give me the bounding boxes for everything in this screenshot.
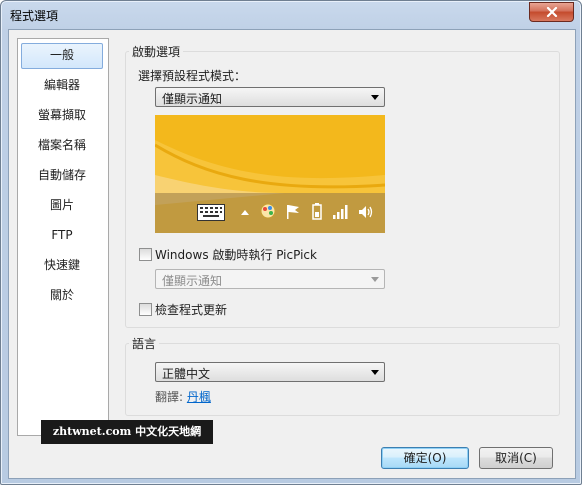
mode-preview-image — [155, 115, 385, 233]
dialog-body: 一般 編輯器 螢幕擷取 檔案名稱 自動儲存 圖片 FTP 快速鍵 關於 啟動選項… — [8, 29, 576, 479]
title-bar[interactable]: 程式選項 — [1, 1, 581, 29]
options-window: 程式選項 一般 編輯器 螢幕擷取 檔案名稱 自動儲存 圖片 FTP 快速鍵 關於… — [0, 0, 582, 485]
translator-credit: 翻譯: 丹楓 — [155, 388, 211, 405]
chevron-down-icon — [371, 370, 379, 375]
sidebar-item-image[interactable]: 圖片 — [21, 193, 103, 217]
sidebar-item-capture[interactable]: 螢幕擷取 — [21, 103, 103, 127]
watermark-banner: zhtwnet.com 中文化天地網 — [41, 420, 213, 444]
ok-button[interactable]: 確定(O) — [381, 447, 469, 469]
category-list: 一般 編輯器 螢幕擷取 檔案名稱 自動儲存 圖片 FTP 快速鍵 關於 — [17, 38, 109, 436]
signal-icon — [333, 205, 348, 219]
default-mode-select[interactable]: 僅顯示通知 — [155, 87, 385, 107]
language-legend: 語言 — [129, 335, 160, 352]
taskbar-preview — [155, 193, 385, 233]
chevron-down-icon — [371, 95, 379, 100]
close-icon — [546, 7, 557, 17]
sidebar-item-general[interactable]: 一般 — [21, 43, 103, 69]
startup-mode-value: 僅顯示通知 — [162, 274, 223, 288]
sidebar-item-autosave[interactable]: 自動儲存 — [21, 163, 103, 187]
sidebar-item-filename[interactable]: 檔案名稱 — [21, 133, 103, 157]
sidebar-item-ftp[interactable]: FTP — [21, 223, 103, 247]
sidebar-item-editor[interactable]: 編輯器 — [21, 73, 103, 97]
chevron-up-icon — [241, 210, 249, 215]
sidebar-item-hotkeys[interactable]: 快速鍵 — [21, 253, 103, 277]
check-update-checkbox[interactable] — [139, 303, 152, 316]
cancel-button[interactable]: 取消(C) — [479, 447, 553, 469]
windows-startup-checkbox[interactable] — [139, 248, 152, 261]
flag-icon — [287, 205, 299, 219]
startup-legend: 啟動選項 — [129, 43, 184, 60]
language-select[interactable]: 正體中文 — [155, 362, 385, 382]
check-update-label: 檢查程式更新 — [155, 303, 228, 317]
startup-mode-select[interactable]: 僅顯示通知 — [155, 269, 385, 289]
sidebar-item-about[interactable]: 關於 — [21, 283, 103, 307]
language-value: 正體中文 — [162, 367, 211, 381]
picpick-icon — [260, 203, 276, 219]
default-mode-label: 選擇預設程式模式： — [138, 69, 247, 83]
keyboard-icon — [197, 204, 225, 221]
windows-startup-label: Windows 啟動時執行 PicPick — [155, 248, 317, 262]
translator-label: 翻譯: — [155, 390, 187, 404]
default-mode-value: 僅顯示通知 — [162, 92, 223, 106]
speaker-icon — [359, 206, 373, 218]
window-title: 程式選項 — [10, 9, 59, 23]
close-button[interactable] — [529, 2, 574, 22]
translator-link[interactable]: 丹楓 — [187, 390, 211, 404]
chevron-down-icon — [371, 277, 379, 282]
battery-icon — [312, 203, 322, 220]
